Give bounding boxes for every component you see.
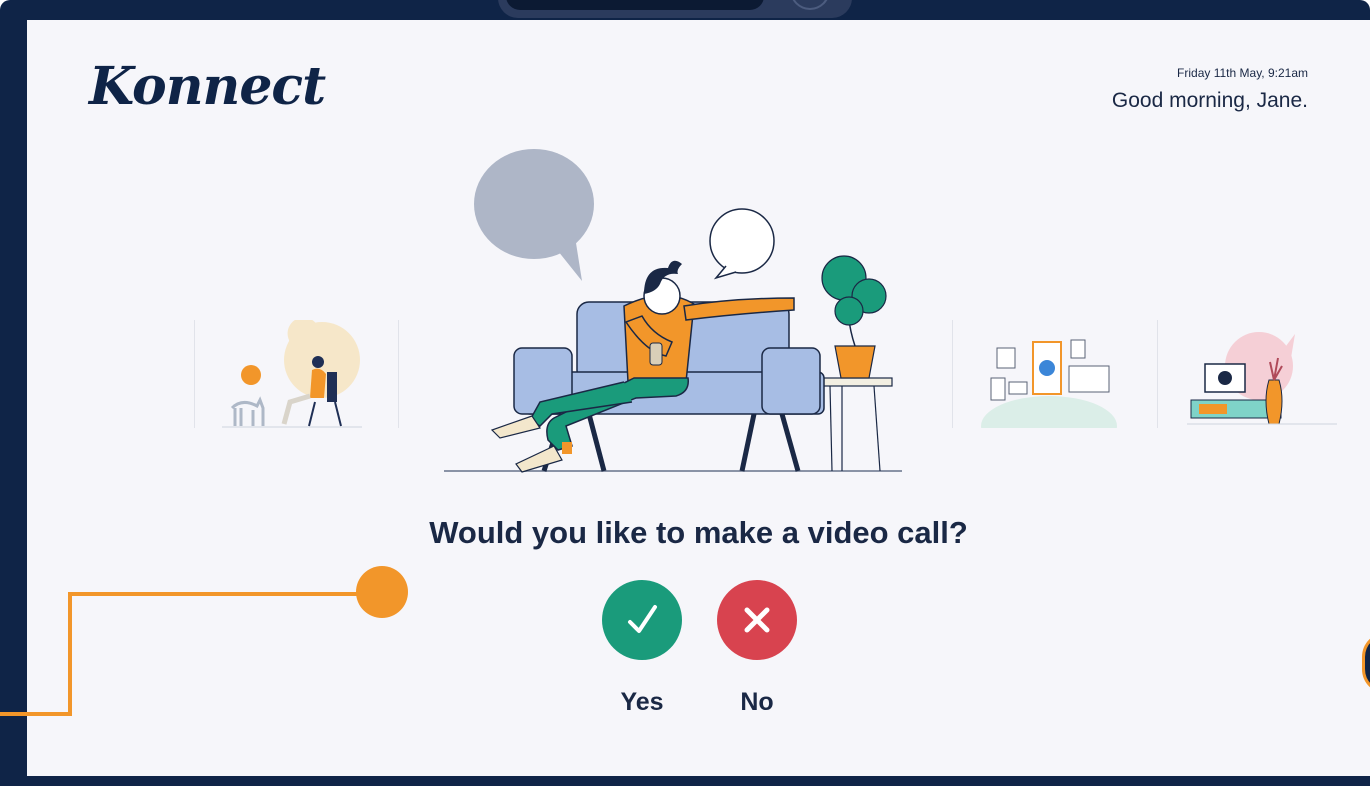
sofa-leg	[779, 413, 801, 472]
phone	[649, 342, 663, 366]
thumbnail-photo-wall[interactable]	[979, 320, 1119, 428]
no-button[interactable]	[717, 580, 797, 660]
annotation-line-bottom	[0, 712, 72, 716]
date-time: Friday 11th May, 9:21am	[1177, 66, 1308, 80]
sofa-armrest-right	[761, 347, 821, 415]
plant-leaf	[834, 296, 864, 326]
torso	[310, 368, 326, 398]
carousel-divider	[194, 320, 195, 428]
books	[1199, 404, 1227, 414]
video-call-prompt: Would you like to make a video call?	[429, 515, 968, 550]
carousel-divider	[1157, 320, 1158, 428]
annotation-line-top	[68, 592, 368, 596]
close-icon	[744, 607, 770, 633]
app-logo: Konnect	[89, 56, 326, 117]
thumbnail-tv-video-call[interactable]	[1187, 320, 1337, 428]
device-notch-inner	[506, 0, 764, 10]
sofa-leg	[586, 413, 607, 472]
blue-speech-bubble	[1039, 360, 1055, 376]
vase	[1265, 379, 1283, 425]
person-foot	[515, 445, 563, 473]
chair-leg	[308, 401, 316, 427]
thumbnail-person-with-dog[interactable]	[217, 320, 367, 428]
chair-leg	[334, 401, 342, 427]
legs	[281, 393, 311, 425]
person-foot	[490, 415, 541, 439]
frame	[996, 347, 1016, 369]
dog	[230, 396, 265, 426]
tv-call-icon	[1218, 371, 1232, 385]
yes-label[interactable]: Yes	[602, 688, 682, 717]
floor-shape	[981, 396, 1117, 428]
frame	[1008, 381, 1028, 395]
grey-bubble-tail	[554, 243, 582, 281]
no-label[interactable]: No	[717, 688, 797, 717]
carousel-divider	[952, 320, 953, 428]
frame	[1070, 339, 1086, 359]
table-leg	[873, 385, 881, 472]
table-leg	[829, 385, 833, 472]
head	[312, 356, 324, 368]
checkmark-icon	[628, 605, 657, 633]
plant-pot	[834, 345, 876, 379]
yes-button[interactable]	[602, 580, 682, 660]
annotation-marker	[356, 566, 408, 618]
carousel-divider	[398, 320, 399, 428]
white-speech-bubble	[709, 208, 775, 274]
sofa-leg	[739, 413, 757, 472]
grey-speech-bubble	[474, 149, 594, 259]
frame	[1068, 365, 1110, 393]
frame	[990, 377, 1006, 401]
side-table-top	[819, 377, 893, 387]
app-screen: Konnect Friday 11th May, 9:21am Good mor…	[27, 20, 1370, 776]
greeting-text: Good morning, Jane.	[1111, 89, 1308, 112]
person-sock	[562, 442, 572, 454]
main-illustration-woman-on-sofa	[444, 149, 902, 473]
orange-bubble	[241, 365, 261, 385]
chair	[327, 372, 337, 402]
annotation-line-vertical	[68, 592, 72, 716]
